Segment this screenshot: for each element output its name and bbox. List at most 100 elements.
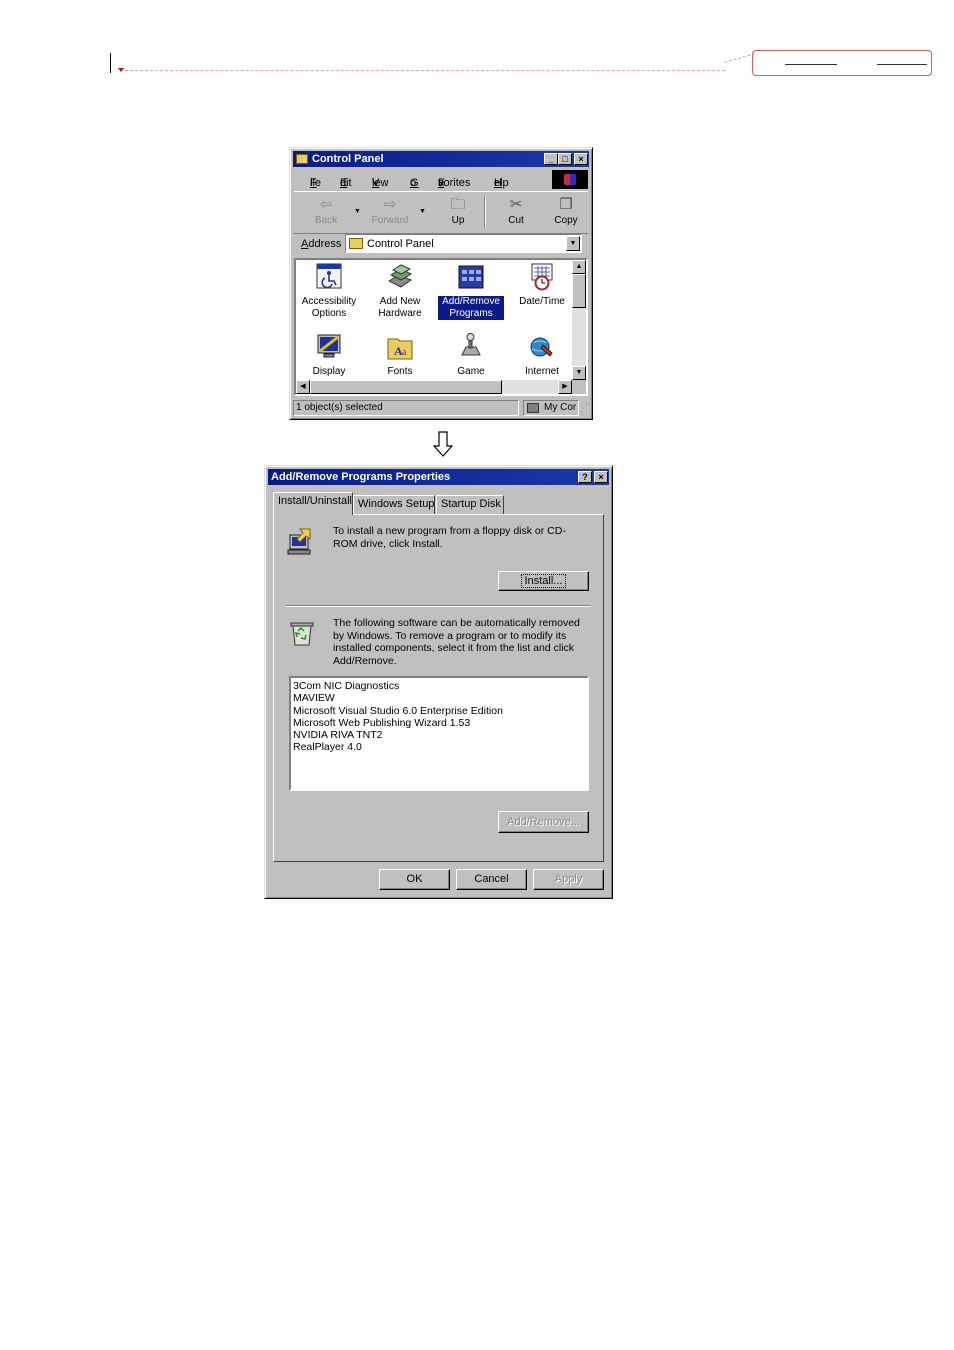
folder-icon xyxy=(296,154,308,164)
tab-install-uninstall[interactable]: Install/Uninstall xyxy=(273,492,353,515)
install-button[interactable]: Install... xyxy=(498,571,589,591)
status-selection: 1 object(s) selected xyxy=(293,400,519,416)
list-item[interactable]: RealPlayer 4.0 xyxy=(293,741,585,753)
tab-windows-setup[interactable]: Windows Setup xyxy=(353,495,435,514)
comment-underline xyxy=(877,64,927,65)
horizontal-scrollbar[interactable]: ◀ ▶ xyxy=(296,380,572,394)
cp-item-label: Add New Hardware xyxy=(378,296,422,319)
revision-leader-line xyxy=(125,70,725,71)
cp-item-fonts[interactable]: A a Fonts xyxy=(367,330,433,378)
cp-item-label: Game xyxy=(457,366,485,377)
status-location-text: My Cor xyxy=(544,402,577,413)
close-button[interactable]: × xyxy=(594,471,608,483)
internet-icon xyxy=(530,337,553,357)
forward-arrow-icon: ⇨ xyxy=(383,196,397,213)
toolbar-separator xyxy=(484,196,486,228)
cp-item-label: Fonts xyxy=(387,366,413,377)
add-remove-button[interactable]: Add/Remove... xyxy=(498,811,589,833)
help-button[interactable]: ? xyxy=(578,471,592,483)
address-dropdown-button[interactable]: ▼ xyxy=(566,236,580,251)
list-item[interactable]: 3Com NIC Diagnostics xyxy=(293,680,585,692)
cancel-button[interactable]: Cancel xyxy=(456,869,527,890)
cp-item-label: Accessibility Options xyxy=(301,296,357,319)
cp-item-label: Display xyxy=(312,366,346,377)
control-panel-titlebar[interactable]: Control Panel _ □ × xyxy=(293,151,589,167)
minimize-button[interactable]: _ xyxy=(544,153,558,165)
resize-grip-icon[interactable]: ⋰ xyxy=(579,403,589,414)
cp-item-accessibility-options[interactable]: Accessibility Options xyxy=(296,260,362,320)
cp-item-add-remove-programs[interactable]: Add/Remove Programs xyxy=(438,260,504,320)
install-uninstall-panel: To install a new program from a floppy d… xyxy=(273,514,604,862)
address-value: Control Panel xyxy=(367,238,434,250)
cp-item-label: Add/Remove Programs xyxy=(438,296,504,320)
scroll-down-button[interactable]: ▼ xyxy=(572,366,586,380)
copy-label: Copy xyxy=(554,215,578,226)
copy-icon: ❐ xyxy=(559,196,573,213)
cut-label: Cut xyxy=(508,215,524,226)
down-arrow-icon xyxy=(433,431,453,457)
fonts-icon: A a xyxy=(387,338,413,360)
window-title: Control Panel xyxy=(312,153,384,165)
text-cursor xyxy=(110,53,111,73)
up-label: Up xyxy=(451,215,465,226)
control-panel-folder-icon xyxy=(349,238,363,249)
horizontal-scroll-thumb[interactable] xyxy=(310,380,502,394)
list-item[interactable]: MAVIEW xyxy=(293,692,585,704)
cut-button[interactable]: ✂ Cut xyxy=(492,195,540,231)
close-button[interactable]: × xyxy=(574,153,588,165)
scroll-up-button[interactable]: ▲ xyxy=(572,260,586,274)
ok-button[interactable]: OK xyxy=(379,869,450,890)
scroll-right-button[interactable]: ▶ xyxy=(558,380,572,394)
install-instructions: To install a new program from a floppy d… xyxy=(333,525,566,550)
forward-label: Forward xyxy=(371,215,409,226)
cp-item-label: Internet xyxy=(525,366,559,377)
apply-button[interactable]: Apply xyxy=(533,869,604,890)
dialog-titlebar[interactable]: Add/Remove Programs Properties ? × xyxy=(268,469,609,485)
cp-item-game-controllers[interactable]: Game xyxy=(438,330,504,378)
revision-marker-icon xyxy=(118,68,124,72)
forward-dropdown-icon[interactable]: ▼ xyxy=(419,208,426,215)
vertical-scroll-thumb[interactable] xyxy=(572,274,586,308)
up-button[interactable]: 🗀 Up xyxy=(434,195,482,231)
back-label: Back xyxy=(314,215,338,226)
vertical-scrollbar[interactable]: ▲ ▼ xyxy=(572,260,586,380)
list-item[interactable]: NVIDIA RIVA TNT2 xyxy=(293,729,585,741)
my-computer-icon xyxy=(527,403,539,413)
datetime-icon xyxy=(531,263,553,291)
hardware-icon xyxy=(387,264,413,288)
comment-underline xyxy=(785,64,837,65)
revision-comment-balloon[interactable] xyxy=(752,50,932,76)
section-divider xyxy=(286,605,591,607)
cp-item-internet[interactable]: Internet xyxy=(509,330,575,378)
revision-leader-diagonal xyxy=(724,53,756,63)
scroll-left-button[interactable]: ◀ xyxy=(296,380,310,394)
remove-instructions: The following software can be automatica… xyxy=(333,617,580,667)
address-field[interactable]: Control Panel ▼ xyxy=(345,234,582,253)
list-item[interactable]: Microsoft Visual Studio 6.0 Enterprise E… xyxy=(293,705,585,717)
scroll-corner xyxy=(572,380,586,394)
accessibility-icon xyxy=(316,263,342,289)
back-dropdown-icon[interactable]: ▼ xyxy=(354,208,361,215)
cp-item-add-new-hardware[interactable]: Add New Hardware xyxy=(367,260,433,320)
cp-item-display[interactable]: Display xyxy=(296,330,362,378)
copy-button[interactable]: ❐ Copy xyxy=(542,195,590,231)
installed-programs-list[interactable]: 3Com NIC Diagnostics MAVIEW Microsoft Vi… xyxy=(289,676,589,791)
cp-item-label: Date/Time xyxy=(519,296,565,307)
forward-button[interactable]: ⇨ Forward xyxy=(366,195,414,231)
tab-startup-disk[interactable]: Startup Disk xyxy=(436,495,504,514)
recycle-bin-icon xyxy=(290,622,314,646)
control-panel-items-view: Accessibility Options Add New Hardware A… xyxy=(294,258,588,396)
menu-bar: File Edit View Go Fa vorites Help xyxy=(294,169,588,189)
list-item[interactable]: Microsoft Web Publishing Wizard 1.53 xyxy=(293,717,585,729)
cp-item-date-time[interactable]: Date/Time xyxy=(509,260,575,308)
back-button[interactable]: ⇦ Back xyxy=(302,195,350,231)
scissors-icon: ✂ xyxy=(509,196,523,213)
standard-toolbar: ⇦ Back ▼ ⇨ Forward ▼ 🗀 Up ✂ Cut ❐ Copy xyxy=(294,191,588,234)
svg-text:a: a xyxy=(402,347,407,358)
address-label: Address xyxy=(301,238,342,250)
back-arrow-icon: ⇦ xyxy=(319,196,333,213)
maximize-button[interactable]: □ xyxy=(558,153,572,165)
add-remove-programs-dialog: Add/Remove Programs Properties ? × Insta… xyxy=(264,465,613,899)
control-panel-window: Control Panel _ □ × File Edit View Go Fa… xyxy=(289,147,593,420)
dialog-title: Add/Remove Programs Properties xyxy=(271,471,451,483)
